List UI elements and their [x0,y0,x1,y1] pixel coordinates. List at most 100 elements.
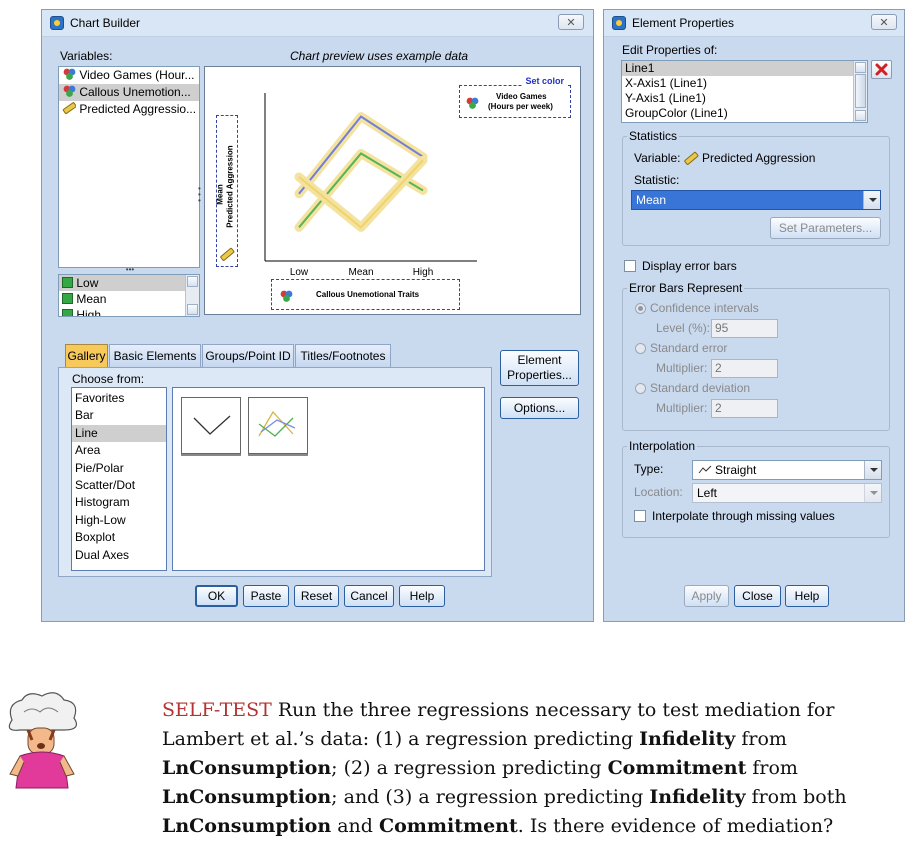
statistic-label: Statistic: [634,173,680,187]
canvas-splitter-icon[interactable]: • • • [198,185,203,208]
chart-type-item[interactable]: Pie/Polar [72,460,166,477]
statistic-value: Mean [636,193,667,207]
scroll-down-icon[interactable] [855,110,866,121]
standard-deviation-radio[interactable] [635,383,646,394]
variables-list[interactable]: Video Games (Hour... Callous Unemotion..… [58,66,200,268]
splitter-handle[interactable]: ••• [120,266,140,274]
scroll-up-icon[interactable] [187,276,198,287]
categories-list[interactable]: Low Mean High [58,274,200,317]
edit-item-line1[interactable]: Line1 [622,61,867,76]
close-icon[interactable]: ✕ [871,14,897,30]
standard-error-radio[interactable] [635,343,646,354]
chart-canvas[interactable]: Set color Video Games (Hours per week) M… [204,66,581,315]
help-button[interactable]: Help [399,585,445,607]
self-test-heading: SELF-TEST [162,699,272,721]
chart-type-item[interactable]: Bar [72,407,166,424]
variable-item-predicted-aggression[interactable]: Predicted Aggressio... [59,101,199,118]
chart-type-item[interactable]: Favorites [72,390,166,407]
ok-button[interactable]: OK [195,585,238,607]
tab-gallery[interactable]: Gallery [65,344,108,368]
scroll-thumb[interactable] [855,74,866,108]
chart-builder-window: Chart Builder ✕ Variables: Chart preview… [41,9,594,622]
color-drop-line1: Video Games [496,92,547,101]
multiple-line-thumbnail[interactable] [248,397,308,454]
level-label: Level (%): [656,321,711,335]
tab-titles-footnotes[interactable]: Titles/Footnotes [295,344,391,368]
edit-properties-list[interactable]: Line1 X-Axis1 (Line1) Y-Axis1 (Line1) Gr… [621,60,868,123]
self-test-text: from both [745,786,847,808]
se-multiplier-label: Multiplier: [656,361,708,375]
location-select[interactable]: Left [692,483,882,503]
variables-label: Variables: [60,49,113,63]
help-button[interactable]: Help [785,585,829,607]
apply-button[interactable]: Apply [684,585,729,607]
options-button[interactable]: Options... [500,397,579,419]
interpolation-type-select[interactable]: Straight [692,460,882,480]
element-properties-titlebar[interactable]: Element Properties ✕ [604,10,904,37]
display-error-bars-checkbox[interactable] [624,260,636,272]
category-label: Low [76,276,99,290]
spss-app-icon [50,16,64,30]
edit-list-scrollbar[interactable] [853,61,867,122]
tab-basic-elements[interactable]: Basic Elements [109,344,201,368]
cancel-button[interactable]: Cancel [344,585,394,607]
variable-label: Video Games (Hour... [79,68,195,82]
y-axis-drop-zone[interactable]: Mean Predicted Aggression [216,115,238,267]
chart-type-item[interactable]: High-Low [72,512,166,529]
reset-button[interactable]: Reset [294,585,339,607]
delete-icon[interactable] [871,60,892,79]
variable-item-callous-unemotional[interactable]: Callous Unemotion... [59,84,199,101]
scroll-down-icon[interactable] [187,304,198,315]
chart-type-list[interactable]: Favorites Bar Line Area Pie/Polar Scatter/Dot… [71,387,167,571]
element-properties-button[interactable]: Element Properties... [500,350,579,386]
term-commitment: Commitment [378,815,518,837]
confidence-intervals-radio[interactable] [635,303,646,314]
multiple-line-icon [258,410,296,437]
scroll-up-icon[interactable] [855,62,866,73]
x-tick-label: Mean [348,267,373,278]
straight-line-icon [698,465,712,474]
category-item-high[interactable]: High [59,307,199,316]
chart-type-item[interactable]: Line [72,424,166,443]
close-button[interactable]: Close [734,585,781,607]
interpolate-missing-checkbox[interactable] [634,510,646,522]
edit-item-group-color[interactable]: GroupColor (Line1) [622,106,867,121]
simple-line-thumbnail[interactable] [181,397,241,454]
variable-label: Variable: [634,151,681,165]
chevron-down-icon[interactable] [864,484,881,502]
close-icon[interactable]: ✕ [558,14,584,30]
chart-type-item[interactable]: Boxplot [72,529,166,546]
chart-thumbnail-area[interactable] [172,387,485,571]
element-properties-line2: Properties... [507,368,572,382]
chart-type-item[interactable]: Histogram [72,494,166,511]
level-field[interactable]: 95 [711,319,778,338]
interpolate-missing-label: Interpolate through missing values [652,509,835,523]
edit-item-x-axis[interactable]: X-Axis1 (Line1) [622,76,867,91]
chevron-down-icon[interactable] [864,461,881,479]
chart-type-item[interactable]: Dual Axes [72,547,166,564]
paste-button[interactable]: Paste [243,585,289,607]
category-item-low[interactable]: Low [59,275,199,291]
chevron-down-icon[interactable] [863,191,880,209]
categories-scrollbar[interactable] [185,275,199,316]
chart-type-item[interactable]: Scatter/Dot [72,477,166,494]
variable-item-video-games[interactable]: Video Games (Hour... [59,67,199,84]
sd-multiplier-field[interactable]: 2 [711,399,778,418]
chart-type-item[interactable]: Area [72,442,166,459]
set-parameters-button[interactable]: Set Parameters... [770,217,881,239]
chart-builder-titlebar[interactable]: Chart Builder ✕ [42,10,593,37]
self-test-text: ; and (3) a regression predicting [331,786,650,808]
preview-note: Chart preview uses example data [290,49,469,63]
category-item-mean[interactable]: Mean [59,291,199,307]
edit-item-y-axis[interactable]: Y-Axis1 (Line1) [622,91,867,106]
y-drop-stat-label: Mean [215,184,225,205]
se-multiplier-field[interactable]: 2 [711,359,778,378]
x-tick-label: Low [290,267,309,278]
statistic-select[interactable]: Mean [631,190,881,210]
x-axis-drop-zone[interactable]: Callous Unemotional Traits [271,279,460,310]
choose-from-label: Choose from: [72,372,145,386]
set-color-label: Set color [523,76,566,86]
tab-groups-point-id[interactable]: Groups/Point ID [202,344,294,368]
statistics-group: Statistics Variable: Predicted Aggressio… [622,129,890,246]
category-label: Mean [76,292,107,306]
